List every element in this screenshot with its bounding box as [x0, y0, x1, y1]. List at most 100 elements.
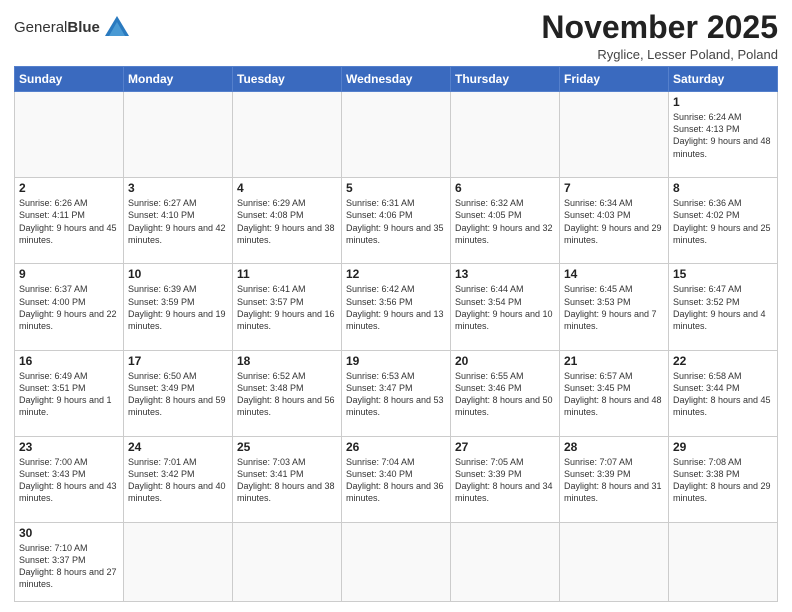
table-row	[669, 522, 778, 601]
day-number: 6	[455, 181, 555, 195]
day-number: 21	[564, 354, 664, 368]
table-row	[560, 92, 669, 178]
table-row: 7Sunrise: 6:34 AM Sunset: 4:03 PM Daylig…	[560, 178, 669, 264]
day-info: Sunrise: 6:50 AM Sunset: 3:49 PM Dayligh…	[128, 370, 228, 419]
calendar-header-row: Sunday Monday Tuesday Wednesday Thursday…	[15, 67, 778, 92]
day-info: Sunrise: 6:47 AM Sunset: 3:52 PM Dayligh…	[673, 283, 773, 332]
table-row: 11Sunrise: 6:41 AM Sunset: 3:57 PM Dayli…	[233, 264, 342, 350]
col-thursday: Thursday	[451, 67, 560, 92]
day-number: 16	[19, 354, 119, 368]
day-info: Sunrise: 6:36 AM Sunset: 4:02 PM Dayligh…	[673, 197, 773, 246]
table-row: 2 Sunrise: 6:26 AM Sunset: 4:11 PM Daylig…	[15, 178, 124, 264]
table-row: 5 Sunrise: 6:31 AM Sunset: 4:06 PM Daylig…	[342, 178, 451, 264]
day-info: Sunrise: 6:26 AM Sunset: 4:11 PM Dayligh…	[19, 197, 119, 246]
table-row	[451, 522, 560, 601]
table-row: 30 Sunrise: 7:10 AM Sunset: 3:37 PM Dayli…	[15, 522, 124, 601]
day-number: 26	[346, 440, 446, 454]
table-row: 6 Sunrise: 6:32 AM Sunset: 4:05 PM Daylig…	[451, 178, 560, 264]
day-info: Sunrise: 7:05 AM Sunset: 3:39 PM Dayligh…	[455, 456, 555, 505]
day-info: Sunrise: 7:10 AM Sunset: 3:37 PM Dayligh…	[19, 542, 119, 591]
table-row: 24Sunrise: 7:01 AM Sunset: 3:42 PM Dayli…	[124, 436, 233, 522]
day-info: Sunrise: 6:45 AM Sunset: 3:53 PM Dayligh…	[564, 283, 664, 332]
logo-text: GeneralBlue	[14, 19, 100, 37]
col-sunday: Sunday	[15, 67, 124, 92]
day-info: Sunrise: 6:41 AM Sunset: 3:57 PM Dayligh…	[237, 283, 337, 332]
day-info: Sunrise: 6:42 AM Sunset: 3:56 PM Dayligh…	[346, 283, 446, 332]
table-row	[560, 522, 669, 601]
day-number: 9	[19, 267, 119, 281]
day-info: Sunrise: 6:52 AM Sunset: 3:48 PM Dayligh…	[237, 370, 337, 419]
table-row: 14 Sunrise: 6:45 AM Sunset: 3:53 PM Dayli…	[560, 264, 669, 350]
day-info: Sunrise: 6:44 AM Sunset: 3:54 PM Dayligh…	[455, 283, 555, 332]
table-row	[124, 92, 233, 178]
day-info: Sunrise: 6:57 AM Sunset: 3:45 PM Dayligh…	[564, 370, 664, 419]
table-row: 23Sunrise: 7:00 AM Sunset: 3:43 PM Dayli…	[15, 436, 124, 522]
table-row: 20 Sunrise: 6:55 AM Sunset: 3:46 PM Dayli…	[451, 350, 560, 436]
day-number: 20	[455, 354, 555, 368]
table-row	[15, 92, 124, 178]
day-number: 8	[673, 181, 773, 195]
table-row: 9 Sunrise: 6:37 AM Sunset: 4:00 PM Daylig…	[15, 264, 124, 350]
day-number: 25	[237, 440, 337, 454]
table-row: 4 Sunrise: 6:29 AM Sunset: 4:08 PM Daylig…	[233, 178, 342, 264]
day-info: Sunrise: 6:29 AM Sunset: 4:08 PM Dayligh…	[237, 197, 337, 246]
day-number: 30	[19, 526, 119, 540]
day-info: Sunrise: 6:34 AM Sunset: 4:03 PM Dayligh…	[564, 197, 664, 246]
logo: GeneralBlue	[14, 14, 131, 42]
day-number: 14	[564, 267, 664, 281]
table-row	[451, 92, 560, 178]
day-info: Sunrise: 7:03 AM Sunset: 3:41 PM Dayligh…	[237, 456, 337, 505]
day-number: 15	[673, 267, 773, 281]
table-row: 26Sunrise: 7:04 AM Sunset: 3:40 PM Dayli…	[342, 436, 451, 522]
day-info: Sunrise: 6:49 AM Sunset: 3:51 PM Dayligh…	[19, 370, 119, 419]
day-number: 4	[237, 181, 337, 195]
table-row: 19Sunrise: 6:53 AM Sunset: 3:47 PM Dayli…	[342, 350, 451, 436]
day-info: Sunrise: 6:27 AM Sunset: 4:10 PM Dayligh…	[128, 197, 228, 246]
title-block: November 2025 Ryglice, Lesser Poland, Po…	[541, 10, 778, 62]
day-number: 28	[564, 440, 664, 454]
day-info: Sunrise: 6:37 AM Sunset: 4:00 PM Dayligh…	[19, 283, 119, 332]
day-info: Sunrise: 6:32 AM Sunset: 4:05 PM Dayligh…	[455, 197, 555, 246]
day-info: Sunrise: 6:58 AM Sunset: 3:44 PM Dayligh…	[673, 370, 773, 419]
day-number: 17	[128, 354, 228, 368]
col-tuesday: Tuesday	[233, 67, 342, 92]
day-info: Sunrise: 6:31 AM Sunset: 4:06 PM Dayligh…	[346, 197, 446, 246]
table-row: 15 Sunrise: 6:47 AM Sunset: 3:52 PM Dayli…	[669, 264, 778, 350]
day-info: Sunrise: 6:55 AM Sunset: 3:46 PM Dayligh…	[455, 370, 555, 419]
day-info: Sunrise: 7:01 AM Sunset: 3:42 PM Dayligh…	[128, 456, 228, 505]
table-row: 27Sunrise: 7:05 AM Sunset: 3:39 PM Dayli…	[451, 436, 560, 522]
header: GeneralBlue November 2025 Ryglice, Lesse…	[14, 10, 778, 62]
col-monday: Monday	[124, 67, 233, 92]
day-number: 29	[673, 440, 773, 454]
col-saturday: Saturday	[669, 67, 778, 92]
table-row	[124, 522, 233, 601]
table-row: 25 Sunrise: 7:03 AM Sunset: 3:41 PM Dayli…	[233, 436, 342, 522]
month-title: November 2025	[541, 10, 778, 45]
table-row: 1 Sunrise: 6:24 AM Sunset: 4:13 PM Daylig…	[669, 92, 778, 178]
subtitle: Ryglice, Lesser Poland, Poland	[541, 47, 778, 62]
table-row: 29 Sunrise: 7:08 AM Sunset: 3:38 PM Dayli…	[669, 436, 778, 522]
day-number: 19	[346, 354, 446, 368]
day-number: 22	[673, 354, 773, 368]
table-row: 10 Sunrise: 6:39 AM Sunset: 3:59 PM Dayli…	[124, 264, 233, 350]
col-friday: Friday	[560, 67, 669, 92]
day-info: Sunrise: 7:08 AM Sunset: 3:38 PM Dayligh…	[673, 456, 773, 505]
col-wednesday: Wednesday	[342, 67, 451, 92]
day-info: Sunrise: 7:07 AM Sunset: 3:39 PM Dayligh…	[564, 456, 664, 505]
page: GeneralBlue November 2025 Ryglice, Lesse…	[0, 0, 792, 612]
day-number: 18	[237, 354, 337, 368]
day-number: 23	[19, 440, 119, 454]
table-row: 21 Sunrise: 6:57 AM Sunset: 3:45 PM Dayli…	[560, 350, 669, 436]
table-row	[233, 522, 342, 601]
day-number: 1	[673, 95, 773, 109]
table-row: 28 Sunrise: 7:07 AM Sunset: 3:39 PM Dayli…	[560, 436, 669, 522]
table-row	[342, 522, 451, 601]
day-number: 5	[346, 181, 446, 195]
table-row: 18 Sunrise: 6:52 AM Sunset: 3:48 PM Dayli…	[233, 350, 342, 436]
day-info: Sunrise: 6:39 AM Sunset: 3:59 PM Dayligh…	[128, 283, 228, 332]
day-info: Sunrise: 6:24 AM Sunset: 4:13 PM Dayligh…	[673, 111, 773, 160]
day-number: 2	[19, 181, 119, 195]
day-number: 12	[346, 267, 446, 281]
day-number: 10	[128, 267, 228, 281]
logo-icon	[103, 14, 131, 42]
